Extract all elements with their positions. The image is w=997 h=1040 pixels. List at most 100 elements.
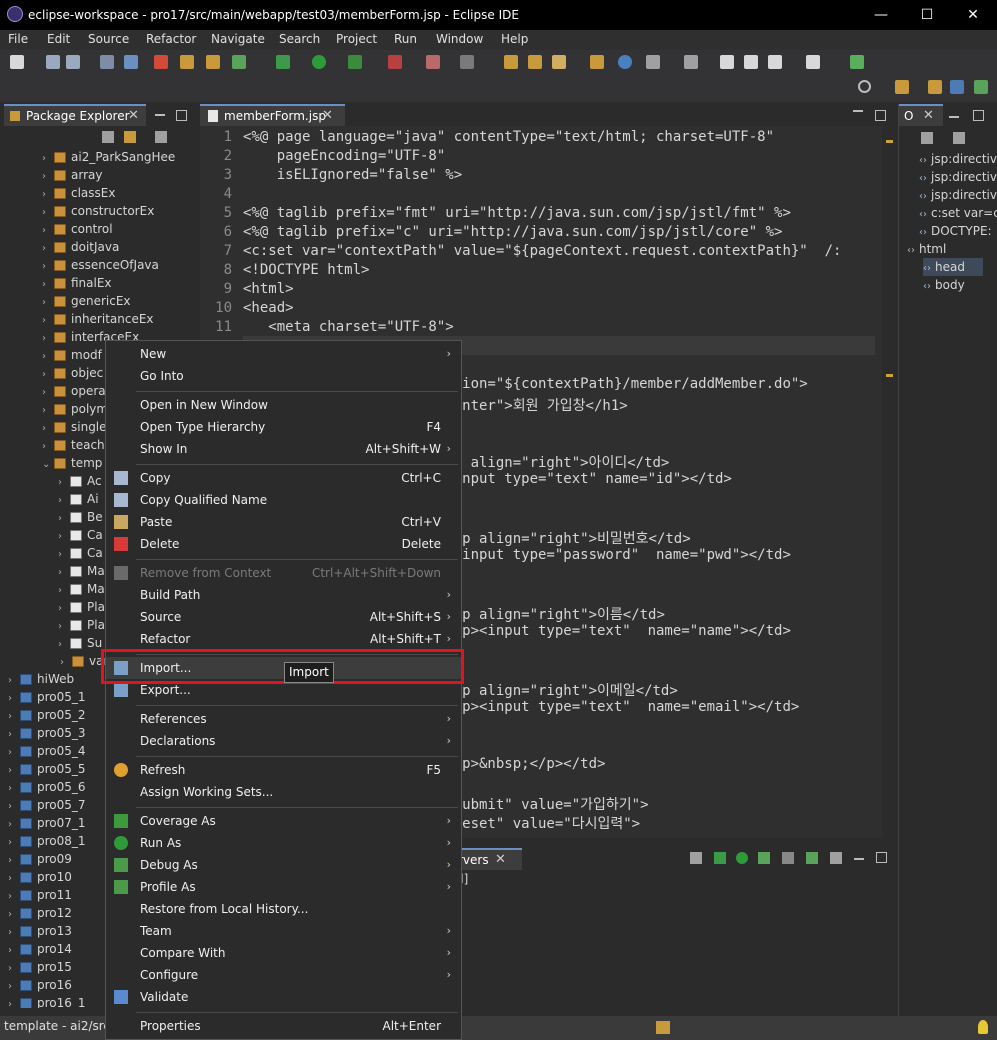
tab-servers[interactable]: rvers ✕	[458, 848, 522, 870]
tree-item[interactable]: › opera	[42, 382, 106, 400]
tree-item[interactable]: › pro07_1	[8, 814, 86, 832]
menu-item-team[interactable]: Team ›	[106, 920, 461, 942]
menu-refactor[interactable]: Refactor	[146, 32, 196, 46]
outline-item[interactable]: ‹› html	[907, 240, 946, 258]
menu-item-refresh[interactable]: Refresh F5	[106, 759, 461, 781]
minimize-servers-icon[interactable]	[854, 858, 864, 860]
tree-item[interactable]: › pro05_5	[8, 760, 86, 778]
new-class-icon[interactable]	[232, 55, 246, 69]
tree-item[interactable]: › inheritanceEx	[42, 310, 154, 328]
tree-item[interactable]: › pro10	[8, 868, 72, 886]
menu-item-open-type-hierarchy[interactable]: Open Type Hierarchy F4	[106, 416, 461, 438]
code-line[interactable]: <!DOCTYPE html>	[243, 262, 369, 278]
tree-item[interactable]: › Ca	[58, 544, 103, 562]
outline-item[interactable]: ‹› body	[923, 276, 965, 294]
progress-icon[interactable]	[656, 1021, 670, 1034]
next-annotation-icon[interactable]	[684, 55, 698, 69]
menu-item-compare-with[interactable]: Compare With ›	[106, 942, 461, 964]
menu-item-source[interactable]: Source Alt+Shift+S ›	[106, 606, 461, 628]
menu-item-run-as[interactable]: Run As ›	[106, 832, 461, 854]
tree-item[interactable]: › pro14	[8, 940, 72, 958]
tree-item[interactable]: › pro11	[8, 886, 72, 904]
menu-item-copy[interactable]: Copy Ctrl+C	[106, 467, 461, 489]
tree-item[interactable]: › pro05_2	[8, 706, 86, 724]
tree-item[interactable]: › Ma	[58, 580, 105, 598]
java-perspective-icon[interactable]	[950, 80, 964, 94]
tree-item[interactable]: › Pla	[58, 598, 105, 616]
tab-outline[interactable]: O ✕	[899, 104, 943, 126]
publish-server-icon[interactable]	[806, 852, 818, 864]
save-icon[interactable]	[46, 55, 60, 69]
maximize-servers-icon[interactable]	[876, 852, 887, 863]
terminate-icon[interactable]	[154, 55, 168, 69]
new-java-project-icon[interactable]	[180, 55, 194, 69]
tree-item[interactable]: › pro16_1	[8, 994, 86, 1008]
view-menu-icon[interactable]	[155, 131, 167, 143]
menu-item-go-into[interactable]: Go Into	[106, 365, 461, 387]
save-all-icon[interactable]	[66, 55, 80, 69]
close-button[interactable]: ✕	[950, 4, 996, 26]
tree-item[interactable]: › modf	[42, 346, 102, 364]
menu-item-open-in-new-window[interactable]: Open in New Window	[106, 394, 461, 416]
last-edit-icon[interactable]	[720, 55, 734, 69]
close-servers-icon[interactable]: ✕	[495, 852, 506, 867]
debug-icon[interactable]	[276, 55, 290, 69]
tab-memberform-jsp[interactable]: memberForm.jsp ✕	[200, 104, 345, 126]
code-line[interactable]: <html>	[243, 281, 294, 297]
menu-item-paste[interactable]: Paste Ctrl+V	[106, 511, 461, 533]
menu-item-build-path[interactable]: Build Path ›	[106, 584, 461, 606]
tree-item[interactable]: › polym	[42, 400, 108, 418]
tip-lightbulb-icon[interactable]	[978, 1020, 988, 1034]
tree-item[interactable]: › pro09	[8, 850, 72, 868]
publish-icon[interactable]	[460, 55, 474, 69]
minimize-editor-icon[interactable]	[853, 110, 863, 112]
close-editor-icon[interactable]: ✕	[322, 108, 333, 123]
maximize-button[interactable]: ☐	[904, 4, 950, 26]
debug-perspective-icon[interactable]	[974, 80, 988, 94]
code-line[interactable]: pageEncoding="UTF-8"	[243, 148, 446, 164]
tree-item[interactable]: › Ca	[58, 526, 103, 544]
tree-item[interactable]: › pro12	[8, 904, 72, 922]
tree-item[interactable]: ⌄ temp	[42, 454, 102, 472]
minimize-button[interactable]: —	[858, 4, 904, 26]
menu-item-refactor[interactable]: Refactor Alt+Shift+T ›	[106, 628, 461, 650]
minimize-view-icon[interactable]	[155, 114, 165, 116]
link-with-editor-icon[interactable]	[124, 131, 136, 143]
tree-item[interactable]: › objec	[42, 364, 103, 382]
close-outline-icon[interactable]: ✕	[923, 108, 934, 123]
close-view-icon[interactable]: ✕	[128, 108, 139, 123]
stop-server-icon[interactable]	[426, 55, 440, 69]
outline-menu-icon[interactable]	[953, 132, 965, 144]
menu-edit[interactable]: Edit	[47, 32, 70, 46]
code-line[interactable]: <%@ taglib prefix="fmt" uri="http://java…	[243, 205, 791, 221]
tree-item[interactable]: › ai2_ParkSangHee	[42, 148, 175, 166]
servers-menu-icon[interactable]	[830, 852, 842, 864]
search-icon[interactable]	[858, 80, 871, 93]
outline-item[interactable]: ‹› jsp:directiv	[919, 168, 997, 186]
tree-item[interactable]: › pro05_7	[8, 796, 86, 814]
tree-item[interactable]: › pro08_1	[8, 832, 86, 850]
new-package-icon[interactable]	[206, 55, 220, 69]
code-line[interactable]: <%@ page language="java" contentType="te…	[243, 129, 774, 145]
tree-item[interactable]: › genericEx	[42, 292, 131, 310]
menu-search[interactable]: Search	[279, 32, 320, 46]
menu-item-copy-qualified-name[interactable]: Copy Qualified Name	[106, 489, 461, 511]
menu-navigate[interactable]: Navigate	[211, 32, 265, 46]
tree-item[interactable]: › Ai	[58, 490, 99, 508]
menu-item-debug-as[interactable]: Debug As ›	[106, 854, 461, 876]
coverage-icon[interactable]	[348, 55, 362, 69]
marker-icon[interactable]	[552, 55, 566, 69]
menu-item-profile-as[interactable]: Profile As ›	[106, 876, 461, 898]
open-type-icon[interactable]	[124, 55, 138, 69]
maximize-outline-icon[interactable]	[973, 110, 984, 121]
tree-item[interactable]: › classEx	[42, 184, 115, 202]
chevron-down-icon[interactable]: ⌄	[42, 456, 54, 474]
outline-item[interactable]: ‹› jsp:directiv	[919, 186, 997, 204]
menu-item-configure[interactable]: Configure ›	[106, 964, 461, 986]
outline-item[interactable]: ‹› c:set var=c	[919, 204, 997, 222]
back-icon[interactable]	[768, 55, 782, 69]
tree-item[interactable]: › array	[42, 166, 102, 184]
tree-item[interactable]: › single	[42, 418, 107, 436]
tree-item[interactable]: › pro05_6	[8, 778, 86, 796]
tree-item[interactable]: › pro13	[8, 922, 72, 940]
